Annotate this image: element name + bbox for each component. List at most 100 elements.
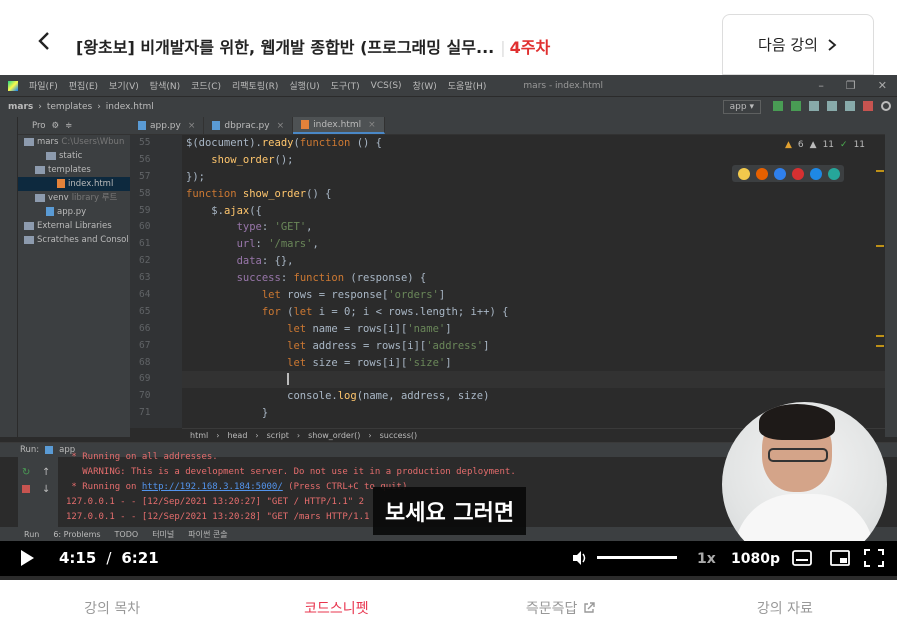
chevron-right-icon bbox=[828, 38, 837, 51]
video-player[interactable]: 파일(F) 편집(E) 보기(V) 탐색(N) 코드(C) 리팩토링(R) 실행… bbox=[0, 75, 897, 580]
warning-count: 6 bbox=[797, 140, 804, 150]
code-line[interactable]: console.log(name, address, size) bbox=[182, 388, 885, 405]
ide-toolbar bbox=[773, 101, 891, 111]
weak-warning-count: 11 bbox=[822, 140, 835, 150]
restore-icon: ❐ bbox=[845, 79, 856, 92]
instructor-hair bbox=[759, 404, 835, 440]
tab-lesson-index[interactable]: 강의 목차 bbox=[0, 580, 224, 635]
tab-label: 즉문즉답 bbox=[525, 600, 578, 617]
code-line[interactable]: success: function (response) { bbox=[182, 270, 885, 287]
check-icon: ✓ bbox=[840, 140, 848, 150]
code-line[interactable]: $(document).ready(function () { bbox=[182, 135, 885, 152]
editor-tab[interactable]: app.py × bbox=[130, 117, 205, 134]
code-line[interactable]: function show_order() { bbox=[182, 186, 885, 203]
weak-warning-icon: ▲ bbox=[809, 140, 817, 150]
code-line[interactable] bbox=[182, 371, 885, 389]
project-tree-label: templates bbox=[48, 165, 91, 175]
warning-icon: ▲ bbox=[785, 140, 792, 150]
line-number: 67 bbox=[139, 339, 151, 351]
ide-menu-item: 탐색(N) bbox=[149, 82, 181, 92]
lesson-header: [왕초보] 비개발자를 위한, 웹개발 종합반 (프로그래밍 실무... | 4주차… bbox=[0, 0, 897, 75]
code-line[interactable]: data: {}, bbox=[182, 253, 885, 270]
playback-speed[interactable]: 1x bbox=[697, 551, 716, 567]
project-tree-item[interactable]: venv library 루트 bbox=[18, 191, 130, 205]
project-tree-item[interactable]: Scratches and Consol bbox=[18, 233, 130, 247]
subtitles-icon[interactable] bbox=[792, 549, 812, 567]
line-number: 64 bbox=[139, 289, 151, 301]
tab-lesson-materials[interactable]: 강의 자료 bbox=[673, 580, 897, 635]
code-line[interactable]: let address = rows[i]['address'] bbox=[182, 338, 885, 355]
close-tab-icon[interactable]: × bbox=[277, 121, 285, 131]
crumb-sep: › bbox=[97, 102, 101, 112]
code-line[interactable]: let rows = response['orders'] bbox=[182, 287, 885, 304]
code-line[interactable]: let size = rows[i]['size'] bbox=[182, 355, 885, 372]
ide-path-breadcrumb: mars › templates › index.html app ▾ bbox=[0, 96, 897, 117]
volume-slider[interactable] bbox=[597, 556, 677, 559]
ide-right-toolstrip bbox=[885, 117, 897, 437]
close-icon: ✕ bbox=[877, 79, 887, 92]
line-number: 59 bbox=[139, 204, 151, 216]
project-tree-item[interactable]: static bbox=[18, 149, 130, 163]
run-config-select: app ▾ bbox=[722, 100, 761, 114]
code-line[interactable]: type: 'GET', bbox=[182, 219, 885, 236]
project-tree-item[interactable]: index.html bbox=[18, 177, 130, 191]
quality-selector[interactable]: 1080p bbox=[731, 551, 780, 567]
code-line[interactable]: let name = rows[i]['name'] bbox=[182, 321, 885, 338]
project-tree-item[interactable]: app.py bbox=[18, 205, 130, 219]
crumb-folder: templates bbox=[46, 102, 93, 112]
line-number: 69 bbox=[139, 373, 151, 385]
run-icon bbox=[773, 101, 783, 111]
editor-tab[interactable]: index.html × bbox=[293, 117, 385, 134]
editor-tab-label: dbprac.py bbox=[224, 120, 270, 131]
close-tab-icon[interactable]: × bbox=[368, 120, 376, 130]
folder-icon bbox=[24, 221, 34, 230]
crumb-sep: › bbox=[255, 430, 259, 440]
folder-icon bbox=[35, 193, 45, 202]
project-tree-item[interactable]: mars C:\Users\Wbun bbox=[18, 135, 130, 149]
code-line[interactable]: $.ajax({ bbox=[182, 203, 885, 220]
close-tab-icon[interactable]: × bbox=[188, 121, 196, 131]
tab-label: 강의 자료 bbox=[756, 600, 813, 617]
project-tree-item[interactable]: External Libraries bbox=[18, 219, 130, 233]
project-tree-label: static bbox=[59, 151, 83, 161]
instructor-glasses bbox=[768, 448, 828, 462]
editor-tab[interactable]: dbprac.py × bbox=[204, 117, 294, 134]
crumb-sep: › bbox=[368, 430, 372, 440]
line-number: 71 bbox=[139, 407, 151, 419]
run-side-toolbar: ↻ ↑ ↓ bbox=[18, 457, 58, 538]
tab-qna[interactable]: 즉문즉답 bbox=[449, 580, 673, 635]
tool-problems: 6: Problems bbox=[53, 529, 101, 539]
tab-code-snippets[interactable]: 코드스니펫 bbox=[224, 580, 448, 635]
back-arrow-icon[interactable] bbox=[34, 30, 56, 52]
volume-icon[interactable] bbox=[571, 549, 589, 567]
code-line[interactable]: url: '/mars', bbox=[182, 236, 885, 253]
console-line: * Running on all addresses. bbox=[66, 452, 218, 462]
search-icon bbox=[881, 101, 891, 111]
project-tool-window: Pro ⚙ ≑ mars C:\Users\Wbun static templates in… bbox=[18, 117, 130, 437]
code-line[interactable]: for (let i = 0; i < rows.length; i++) { bbox=[182, 304, 885, 321]
folder-icon bbox=[24, 235, 34, 244]
picture-in-picture-icon[interactable] bbox=[830, 549, 850, 567]
stripe-mark bbox=[876, 170, 884, 172]
collapse-icon: ≑ bbox=[65, 120, 73, 131]
file-icon bbox=[301, 120, 310, 129]
player-controls: 4:15 / 6:21 1x 1080p bbox=[0, 541, 897, 576]
error-stripe bbox=[876, 135, 885, 428]
rerun-icon: ↻ bbox=[22, 467, 31, 478]
editor-tabs: app.py × dbprac.py × index.html × bbox=[130, 117, 885, 135]
ok-count: 11 bbox=[853, 140, 866, 150]
project-tree-item[interactable]: templates bbox=[18, 163, 130, 177]
ide-menu-item: 편집(E) bbox=[68, 82, 99, 92]
up-arrow-icon: ↑ bbox=[42, 467, 51, 478]
edge-icon bbox=[828, 167, 840, 180]
safari-icon bbox=[774, 167, 786, 180]
play-icon[interactable] bbox=[18, 549, 36, 567]
project-tree: mars C:\Users\Wbun static templates index.ht… bbox=[18, 135, 130, 247]
stripe-mark bbox=[876, 245, 884, 247]
file-icon bbox=[212, 121, 221, 130]
fullscreen-icon[interactable] bbox=[864, 549, 884, 567]
crumb-sep: › bbox=[296, 430, 301, 440]
stripe-mark bbox=[876, 335, 884, 337]
time-separator: / bbox=[106, 549, 112, 567]
next-lesson-button[interactable]: 다음 강의 bbox=[722, 14, 874, 75]
